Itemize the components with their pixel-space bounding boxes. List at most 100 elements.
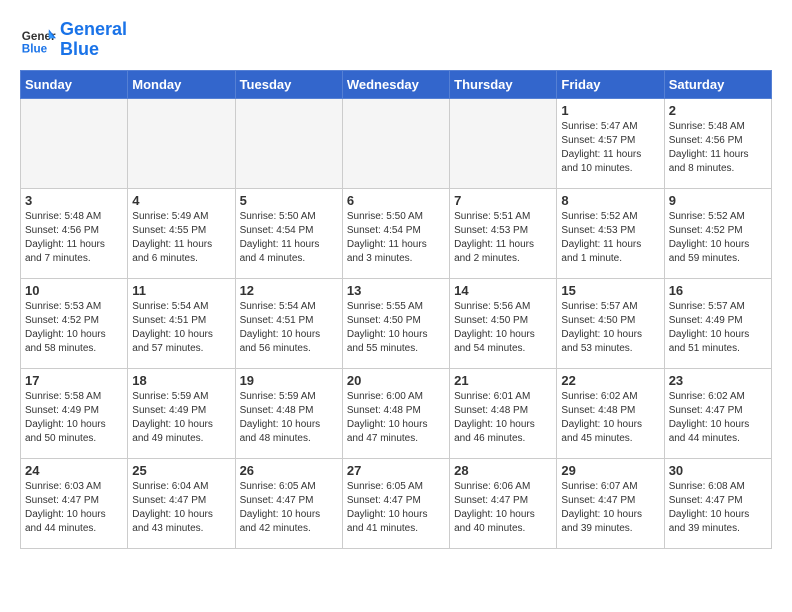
calendar-cell: 22 Sunrise: 6:02 AM Sunset: 4:48 PM Dayli…: [557, 368, 664, 458]
day-info: Sunrise: 6:01 AM Sunset: 4:48 PM Dayligh…: [454, 390, 552, 446]
calendar-cell: 4 Sunrise: 5:49 AM Sunset: 4:55 PM Daylig…: [128, 188, 235, 278]
calendar-cell: [235, 98, 342, 188]
day-info: Sunrise: 6:06 AM Sunset: 4:47 PM Dayligh…: [454, 480, 552, 536]
day-number: 3: [25, 193, 123, 208]
day-number: 30: [669, 463, 767, 478]
day-info: Sunrise: 5:50 AM Sunset: 4:54 PM Dayligh…: [240, 210, 338, 266]
calendar-cell: 15 Sunrise: 5:57 AM Sunset: 4:50 PM Dayli…: [557, 278, 664, 368]
day-info: Sunrise: 6:05 AM Sunset: 4:47 PM Dayligh…: [347, 480, 445, 536]
day-number: 5: [240, 193, 338, 208]
day-info: Sunrise: 6:04 AM Sunset: 4:47 PM Dayligh…: [132, 480, 230, 536]
logo-text-line2: Blue: [60, 40, 127, 60]
day-info: Sunrise: 5:47 AM Sunset: 4:57 PM Dayligh…: [561, 120, 659, 176]
calendar-cell: [21, 98, 128, 188]
weekday-header-monday: Monday: [128, 70, 235, 98]
day-number: 12: [240, 283, 338, 298]
day-info: Sunrise: 6:05 AM Sunset: 4:47 PM Dayligh…: [240, 480, 338, 536]
day-info: Sunrise: 6:02 AM Sunset: 4:48 PM Dayligh…: [561, 390, 659, 446]
day-info: Sunrise: 5:48 AM Sunset: 4:56 PM Dayligh…: [669, 120, 767, 176]
calendar-cell: 27 Sunrise: 6:05 AM Sunset: 4:47 PM Dayli…: [342, 458, 449, 548]
logo: General Blue General Blue: [20, 20, 127, 60]
day-info: Sunrise: 5:48 AM Sunset: 4:56 PM Dayligh…: [25, 210, 123, 266]
day-number: 19: [240, 373, 338, 388]
weekday-header-thursday: Thursday: [450, 70, 557, 98]
day-number: 28: [454, 463, 552, 478]
day-info: Sunrise: 5:49 AM Sunset: 4:55 PM Dayligh…: [132, 210, 230, 266]
day-number: 23: [669, 373, 767, 388]
day-number: 20: [347, 373, 445, 388]
weekday-header-wednesday: Wednesday: [342, 70, 449, 98]
day-info: Sunrise: 5:59 AM Sunset: 4:49 PM Dayligh…: [132, 390, 230, 446]
day-info: Sunrise: 5:54 AM Sunset: 4:51 PM Dayligh…: [132, 300, 230, 356]
calendar-cell: 17Sunrise: 5:58 AM Sunset: 4:49 PM Dayli…: [21, 368, 128, 458]
calendar-cell: 30 Sunrise: 6:08 AM Sunset: 4:47 PM Dayli…: [664, 458, 771, 548]
day-info: Sunrise: 5:52 AM Sunset: 4:53 PM Dayligh…: [561, 210, 659, 266]
calendar-cell: 18 Sunrise: 5:59 AM Sunset: 4:49 PM Dayli…: [128, 368, 235, 458]
day-info: Sunrise: 6:00 AM Sunset: 4:48 PM Dayligh…: [347, 390, 445, 446]
day-number: 2: [669, 103, 767, 118]
day-info: Sunrise: 5:58 AM Sunset: 4:49 PM Dayligh…: [25, 390, 123, 446]
day-info: Sunrise: 5:59 AM Sunset: 4:48 PM Dayligh…: [240, 390, 338, 446]
day-info: Sunrise: 6:07 AM Sunset: 4:47 PM Dayligh…: [561, 480, 659, 536]
calendar-cell: 2 Sunrise: 5:48 AM Sunset: 4:56 PM Daylig…: [664, 98, 771, 188]
day-info: Sunrise: 5:52 AM Sunset: 4:52 PM Dayligh…: [669, 210, 767, 266]
day-number: 29: [561, 463, 659, 478]
day-number: 27: [347, 463, 445, 478]
day-number: 7: [454, 193, 552, 208]
day-number: 4: [132, 193, 230, 208]
calendar-cell: 20 Sunrise: 6:00 AM Sunset: 4:48 PM Dayli…: [342, 368, 449, 458]
day-number: 21: [454, 373, 552, 388]
calendar-table: SundayMondayTuesdayWednesdayThursdayFrid…: [20, 70, 772, 549]
day-number: 10: [25, 283, 123, 298]
day-info: Sunrise: 6:08 AM Sunset: 4:47 PM Dayligh…: [669, 480, 767, 536]
weekday-header-tuesday: Tuesday: [235, 70, 342, 98]
calendar-cell: 7 Sunrise: 5:51 AM Sunset: 4:53 PM Daylig…: [450, 188, 557, 278]
day-info: Sunrise: 5:51 AM Sunset: 4:53 PM Dayligh…: [454, 210, 552, 266]
day-info: Sunrise: 6:03 AM Sunset: 4:47 PM Dayligh…: [25, 480, 123, 536]
weekday-header-sunday: Sunday: [21, 70, 128, 98]
day-number: 11: [132, 283, 230, 298]
calendar-cell: 1Sunrise: 5:47 AM Sunset: 4:57 PM Daylig…: [557, 98, 664, 188]
day-number: 26: [240, 463, 338, 478]
day-number: 24: [25, 463, 123, 478]
weekday-header-friday: Friday: [557, 70, 664, 98]
day-number: 6: [347, 193, 445, 208]
calendar-cell: 14Sunrise: 5:56 AM Sunset: 4:50 PM Dayli…: [450, 278, 557, 368]
calendar-cell: [342, 98, 449, 188]
calendar-cell: 16 Sunrise: 5:57 AM Sunset: 4:49 PM Dayli…: [664, 278, 771, 368]
day-number: 16: [669, 283, 767, 298]
day-info: Sunrise: 5:54 AM Sunset: 4:51 PM Dayligh…: [240, 300, 338, 356]
day-info: Sunrise: 5:56 AM Sunset: 4:50 PM Dayligh…: [454, 300, 552, 356]
day-info: Sunrise: 5:57 AM Sunset: 4:50 PM Dayligh…: [561, 300, 659, 356]
calendar-cell: 10 Sunrise: 5:53 AM Sunset: 4:52 PM Dayli…: [21, 278, 128, 368]
logo-icon: General Blue: [20, 22, 56, 58]
calendar-cell: [450, 98, 557, 188]
day-info: Sunrise: 5:50 AM Sunset: 4:54 PM Dayligh…: [347, 210, 445, 266]
day-info: Sunrise: 6:02 AM Sunset: 4:47 PM Dayligh…: [669, 390, 767, 446]
day-number: 22: [561, 373, 659, 388]
calendar-cell: 13Sunrise: 5:55 AM Sunset: 4:50 PM Dayli…: [342, 278, 449, 368]
calendar-cell: 29 Sunrise: 6:07 AM Sunset: 4:47 PM Dayli…: [557, 458, 664, 548]
day-number: 15: [561, 283, 659, 298]
logo-text-line1: General: [60, 20, 127, 40]
calendar-cell: 12 Sunrise: 5:54 AM Sunset: 4:51 PM Dayli…: [235, 278, 342, 368]
calendar-cell: 26 Sunrise: 6:05 AM Sunset: 4:47 PM Dayli…: [235, 458, 342, 548]
svg-text:Blue: Blue: [22, 42, 48, 55]
calendar-cell: 9 Sunrise: 5:52 AM Sunset: 4:52 PM Daylig…: [664, 188, 771, 278]
day-info: Sunrise: 5:53 AM Sunset: 4:52 PM Dayligh…: [25, 300, 123, 356]
day-info: Sunrise: 5:57 AM Sunset: 4:49 PM Dayligh…: [669, 300, 767, 356]
day-number: 13: [347, 283, 445, 298]
weekday-header-saturday: Saturday: [664, 70, 771, 98]
day-number: 8: [561, 193, 659, 208]
calendar-cell: 19 Sunrise: 5:59 AM Sunset: 4:48 PM Dayli…: [235, 368, 342, 458]
calendar-cell: 11 Sunrise: 5:54 AM Sunset: 4:51 PM Dayli…: [128, 278, 235, 368]
calendar-cell: 5 Sunrise: 5:50 AM Sunset: 4:54 PM Daylig…: [235, 188, 342, 278]
calendar-cell: [128, 98, 235, 188]
day-number: 25: [132, 463, 230, 478]
calendar-cell: 3 Sunrise: 5:48 AM Sunset: 4:56 PM Daylig…: [21, 188, 128, 278]
calendar-cell: 24 Sunrise: 6:03 AM Sunset: 4:47 PM Dayli…: [21, 458, 128, 548]
calendar-cell: 8 Sunrise: 5:52 AM Sunset: 4:53 PM Daylig…: [557, 188, 664, 278]
day-number: 18: [132, 373, 230, 388]
day-number: 9: [669, 193, 767, 208]
page-header: General Blue General Blue: [20, 20, 772, 60]
